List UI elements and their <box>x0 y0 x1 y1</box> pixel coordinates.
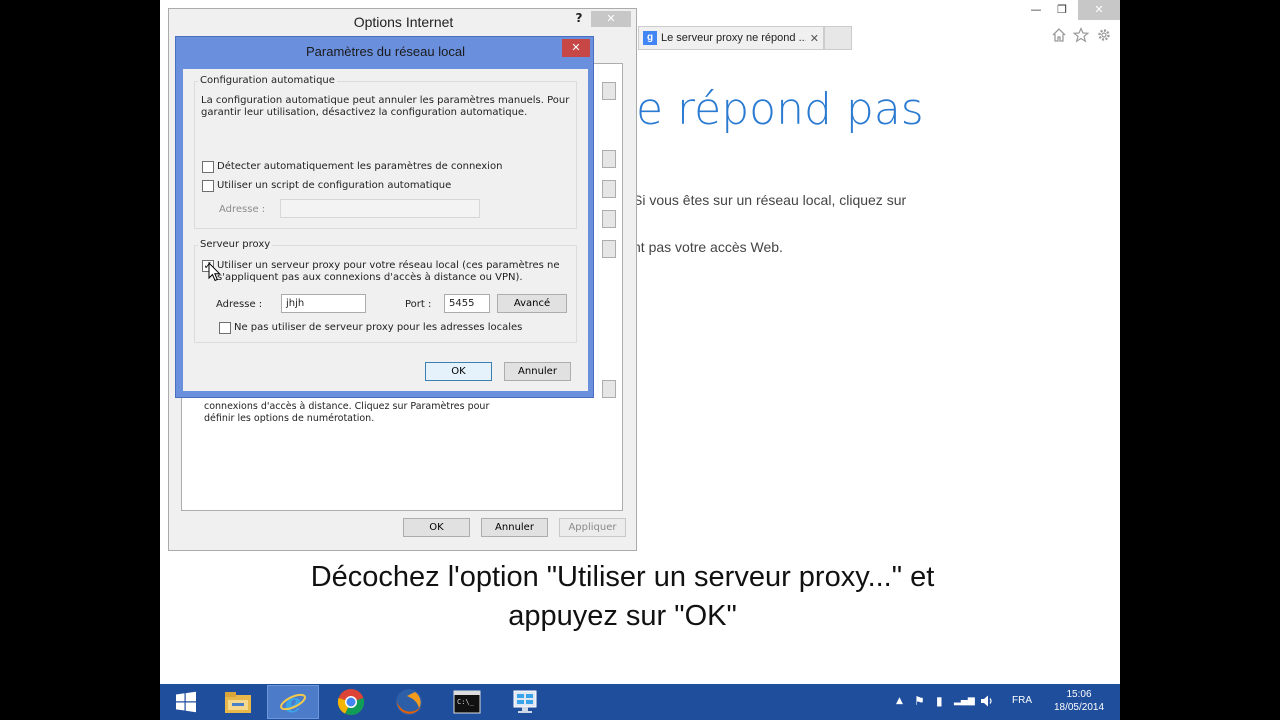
minimize-button[interactable]: — <box>1022 0 1050 20</box>
chrome-icon[interactable] <box>325 685 377 719</box>
use-proxy-label: s'appliquent pas aux connexions d'accès … <box>217 272 523 283</box>
screen: — ❐ ✕ g Le serveur proxy ne répond ... ✕… <box>160 0 1120 720</box>
google-favicon-icon: g <box>643 31 657 45</box>
svg-text:C:\_: C:\_ <box>457 698 475 706</box>
close-dialog-button[interactable]: ✕ <box>591 11 631 27</box>
auto-config-description: garantir leur utilisation, désactivez la… <box>201 107 528 118</box>
bypass-local-checkbox[interactable] <box>219 322 231 334</box>
side-button[interactable] <box>602 150 616 168</box>
error-text-line: nt pas votre accès Web. <box>633 239 783 255</box>
error-title: e répond pas <box>636 84 924 135</box>
volume-icon[interactable] <box>980 694 994 711</box>
lan-settings-dialog: Paramètres du réseau local ✕ Configurati… <box>175 36 594 398</box>
auto-script-checkbox[interactable] <box>202 180 214 192</box>
lan-info-line: définir les options de numérotation. <box>204 413 375 424</box>
dialog-title: Paramètres du réseau local <box>306 44 465 59</box>
windows-start-icon[interactable] <box>160 685 212 719</box>
error-text-line: Si vous êtes sur un réseau local, clique… <box>633 192 907 208</box>
auto-config-description: La configuration automatique peut annule… <box>201 95 570 106</box>
proxy-port-field[interactable]: 5455 <box>444 294 490 313</box>
clock-time: 15:06 <box>1066 689 1092 700</box>
restore-button[interactable]: ❐ <box>1048 0 1076 20</box>
browser-tab[interactable]: g Le serveur proxy ne répond ... ✕ <box>638 26 824 50</box>
group-label: Configuration automatique <box>198 75 337 86</box>
cancel-button[interactable]: Annuler <box>504 362 571 381</box>
detect-settings-checkbox[interactable] <box>202 161 214 173</box>
action-center-icon[interactable]: ⚑ <box>914 694 925 708</box>
lan-settings-button[interactable] <box>602 380 616 398</box>
use-proxy-label: Utiliser un serveur proxy pour votre rés… <box>217 260 560 271</box>
close-dialog-button[interactable]: ✕ <box>562 39 590 57</box>
side-button[interactable] <box>602 210 616 228</box>
side-button[interactable] <box>602 180 616 198</box>
mouse-cursor-icon <box>208 261 222 282</box>
internet-explorer-icon[interactable]: e <box>267 685 319 719</box>
group-label: Serveur proxy <box>198 239 273 250</box>
help-icon[interactable]: ? <box>571 11 587 25</box>
ok-button[interactable]: OK <box>425 362 492 381</box>
script-address-field[interactable] <box>280 199 480 218</box>
power-icon[interactable]: ▮ <box>936 694 943 708</box>
clock-date: 18/05/2014 <box>1053 702 1105 713</box>
script-address-label: Adresse : <box>219 204 266 215</box>
command-prompt-icon[interactable]: C:\_ <box>441 685 493 719</box>
tutorial-caption: Décochez l'option "Utiliser un serveur p… <box>160 558 1085 636</box>
firefox-icon[interactable] <box>383 685 435 719</box>
favorites-star-icon[interactable] <box>1072 27 1090 45</box>
system-tray: ▲ ⚑ ▮ ▂▄▆ FRA 15:06 18/05/2014 <box>894 684 1120 720</box>
close-window-button[interactable]: ✕ <box>1078 0 1120 20</box>
network-icon[interactable]: ▂▄▆ <box>954 696 975 706</box>
tab-close-icon[interactable]: ✕ <box>810 32 819 45</box>
side-button[interactable] <box>602 82 616 100</box>
side-button[interactable] <box>602 240 616 258</box>
advanced-button[interactable]: Avancé <box>497 294 567 313</box>
bypass-local-label: Ne pas utiliser de serveur proxy pour le… <box>234 322 523 333</box>
show-hidden-icons-icon[interactable]: ▲ <box>896 696 903 706</box>
proxy-address-field[interactable]: jhjh <box>281 294 366 313</box>
proxy-address-label: Adresse : <box>216 299 263 310</box>
caption-line: Décochez l'option "Utiliser un serveur p… <box>310 561 935 593</box>
new-tab-button[interactable] <box>824 26 852 50</box>
proxy-port-label: Port : <box>405 299 432 310</box>
lan-info-line: connexions d'accès à distance. Cliquez s… <box>204 401 490 412</box>
dialog-body: Configuration automatique La configurati… <box>183 69 588 391</box>
auto-script-label: Utiliser un script de configuration auto… <box>217 180 452 191</box>
remote-desktop-icon[interactable] <box>499 685 551 719</box>
taskbar: e C:\_ ▲ ⚑ ▮ ▂▄▆ FRA 15:06 18/05/2014 <box>160 684 1120 720</box>
clock[interactable]: 15:06 18/05/2014 <box>1044 688 1114 714</box>
dialog-title: Options Internet <box>353 14 454 30</box>
file-explorer-icon[interactable] <box>212 685 264 719</box>
ok-button[interactable]: OK <box>403 518 470 537</box>
language-indicator[interactable]: FRA <box>1012 695 1032 706</box>
lan-info-text: connexions d'accès à distance. Cliquez s… <box>204 401 504 425</box>
cancel-button[interactable]: Annuler <box>481 518 548 537</box>
svg-text:e: e <box>285 689 302 716</box>
apply-button[interactable]: Appliquer <box>559 518 626 537</box>
gear-icon[interactable] <box>1095 27 1113 45</box>
tab-title: Le serveur proxy ne répond ... <box>661 32 806 44</box>
detect-settings-label: Détecter automatiquement les paramètres … <box>217 161 503 172</box>
caption-line: appuyez sur "OK" <box>508 600 737 632</box>
home-icon[interactable] <box>1050 27 1068 45</box>
